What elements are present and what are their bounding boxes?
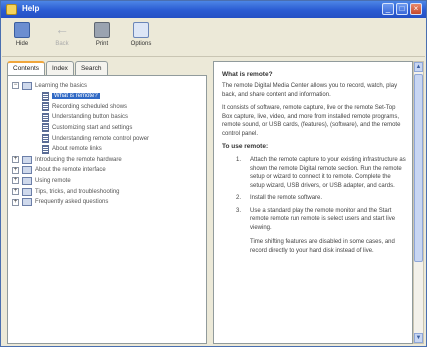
hide-button[interactable]: Hide [7, 22, 37, 54]
book-icon [22, 166, 32, 175]
expand-icon[interactable]: + [12, 198, 19, 206]
print-button[interactable]: Print [87, 22, 117, 54]
step-number: 2. [236, 195, 242, 201]
options-label: Options [130, 41, 152, 47]
help-page-icon [42, 144, 49, 154]
maximize-button[interactable]: □ [396, 3, 408, 15]
print-label: Print [95, 41, 109, 47]
tree-book-item[interactable]: + Introducing the remote hardware [12, 154, 122, 165]
minimize-button[interactable]: _ [382, 3, 394, 15]
help-page-icon [42, 91, 49, 101]
book-icon [22, 187, 32, 196]
tree-item-label: About the remote interface [35, 167, 106, 174]
tree-page-item[interactable]: What is remote? [42, 91, 100, 102]
steps-list: 1. Attach the remote capture to your exis… [236, 156, 406, 232]
tree-book-item[interactable]: + Frequently asked questions [12, 197, 108, 208]
navigation-pane: Contents Index Search − Learning the basi… [7, 61, 207, 344]
tree-item-label: What is remote? [52, 93, 100, 100]
back-label: Back [55, 41, 69, 47]
tree-page-item[interactable]: Customizing start and settings [42, 122, 132, 133]
tree-book-item[interactable]: + Tips, tricks, and troubleshooting [12, 186, 120, 197]
tree-page-item[interactable]: About remote links [42, 144, 102, 155]
back-arrow-icon: ← [55, 21, 69, 37]
tree-book-item[interactable]: + Using remote [12, 175, 71, 186]
step-item: 2. Install the remote software. [236, 194, 406, 203]
topic-content: What is remote? The remote Digital Media… [213, 61, 413, 344]
step-text: Install the remote software. [250, 195, 323, 201]
tree-book-item[interactable]: + About the remote interface [12, 165, 106, 176]
step-number: 3. [236, 207, 242, 214]
tree-item-label: About remote links [52, 146, 102, 153]
topic-paragraph-1: The remote Digital Media Center allows y… [222, 83, 398, 98]
expand-icon[interactable]: + [12, 156, 19, 164]
topic-heading: What is remote? [222, 71, 273, 78]
step-item: 3. Use a standard play the remote monitor… [236, 207, 406, 233]
close-button[interactable]: × [410, 3, 422, 15]
tree-item-label: Frequently asked questions [35, 199, 109, 206]
topic-paragraph-2: It consists of software, remote capture,… [222, 105, 401, 137]
help-page-icon [42, 123, 49, 133]
help-window: Help _ □ × Hide ← Back Print Options Con… [0, 0, 427, 347]
help-page-icon [42, 102, 49, 112]
tree-item-label: Understanding button basics [52, 114, 129, 121]
options-icon [133, 22, 149, 38]
contents-tree[interactable]: − Learning the basics What is remote? Recor… [7, 75, 207, 344]
collapse-icon[interactable]: − [12, 82, 19, 89]
content-scrollbar[interactable]: ▲ ▼ [413, 61, 424, 344]
back-button[interactable]: ← Back [47, 22, 77, 54]
tree-page-item[interactable]: Recording scheduled shows [42, 101, 127, 112]
help-page-icon [42, 112, 49, 122]
step-item: 1. Attach the remote capture to your exis… [236, 156, 406, 190]
tree-item-label: Introducing the remote hardware [35, 156, 122, 163]
printer-icon [94, 22, 110, 38]
topic-note: Time shifting features are disabled in s… [250, 239, 395, 254]
tab-index[interactable]: Index [46, 61, 74, 75]
tab-contents[interactable]: Contents [7, 61, 46, 75]
book-icon [22, 176, 32, 185]
scroll-down-icon[interactable]: ▼ [414, 333, 423, 343]
tree-book-item[interactable]: − Learning the basics [12, 80, 87, 91]
help-page-icon [42, 134, 49, 143]
options-button[interactable]: Options [126, 22, 156, 54]
hide-pane-icon [14, 22, 30, 38]
scroll-up-icon[interactable]: ▲ [414, 62, 423, 72]
tree-item-label: Recording scheduled shows [52, 103, 128, 110]
step-text: Use a standard play the remote monitor a… [250, 207, 396, 231]
title-bar[interactable]: Help _ □ × [1, 1, 426, 18]
book-icon [22, 155, 32, 164]
step-number: 1. [236, 157, 242, 163]
tree-item-label: Tips, tricks, and troubleshooting [35, 188, 120, 195]
expand-icon[interactable]: + [12, 166, 19, 174]
tree-item-label: Understanding remote control power [52, 135, 150, 142]
window-controls: _ □ × [382, 3, 422, 15]
hide-label: Hide [15, 41, 29, 47]
tree-item-label: Learning the basics [35, 82, 88, 89]
tree-item-label: Customizing start and settings [52, 124, 133, 131]
steps-heading: To use remote: [222, 143, 269, 150]
tree-item-label: Using remote [35, 177, 71, 184]
book-icon [22, 81, 32, 90]
toolbar: Hide ← Back Print Options [2, 19, 425, 57]
expand-icon[interactable]: + [12, 177, 19, 185]
step-text: Attach the remote capture to your existi… [250, 157, 406, 189]
tree-page-item[interactable]: Understanding remote control power [42, 133, 149, 144]
tab-search[interactable]: Search [74, 61, 108, 75]
book-icon [22, 198, 32, 207]
nav-tabs: Contents Index Search [7, 61, 109, 75]
expand-icon[interactable]: + [12, 188, 19, 195]
help-app-icon [6, 4, 17, 15]
window-title: Help [22, 4, 40, 13]
tree-page-item[interactable]: Understanding button basics [42, 112, 128, 123]
scroll-thumb[interactable] [414, 74, 423, 262]
